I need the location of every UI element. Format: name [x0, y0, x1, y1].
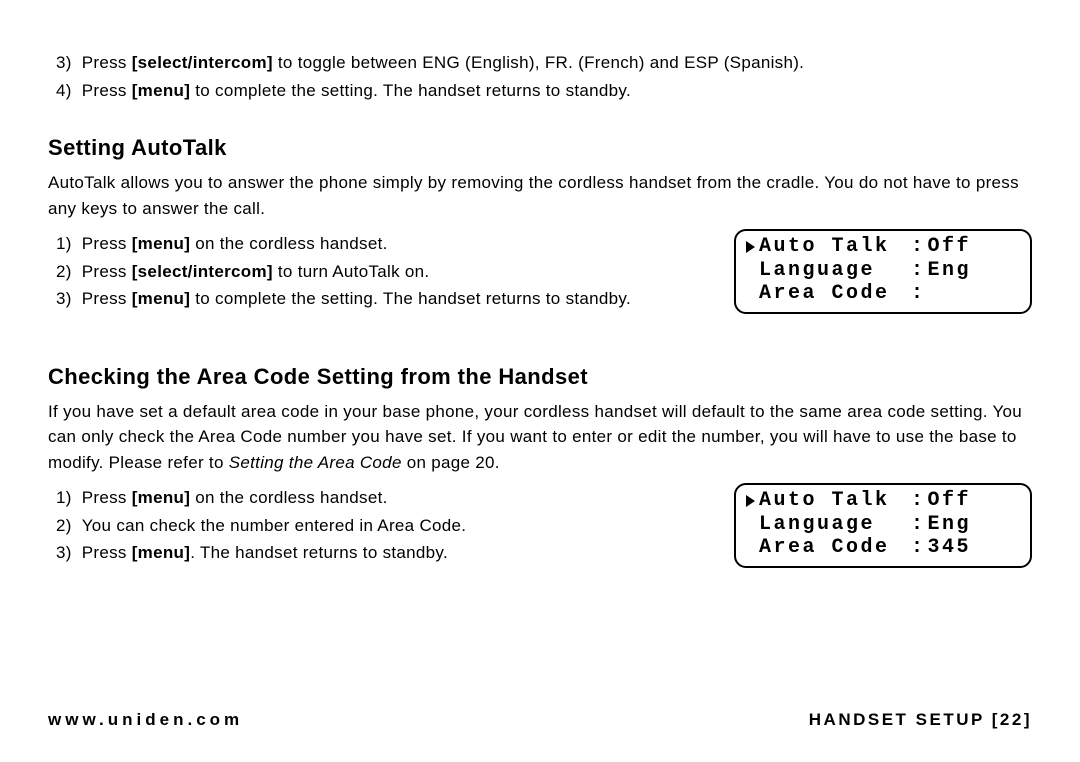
autotalk-block: 1) Press [menu] on the cordless handset.… [48, 229, 1032, 332]
autotalk-description: AutoTalk allows you to answer the phone … [48, 170, 1032, 221]
lcd-display-autotalk: Auto Talk : Off Language : Eng Area Code… [734, 229, 1032, 314]
lcd-label: Language [759, 259, 909, 283]
lcd-row-language: Language : Eng [746, 259, 1020, 283]
step-text: You can check the number entered in Area… [82, 513, 716, 539]
page-number: [22] [992, 710, 1032, 729]
lcd-separator: : [911, 235, 926, 259]
lcd-row-language: Language : Eng [746, 513, 1020, 537]
autotalk-step-2: 2) Press [select/intercom] to turn AutoT… [48, 259, 716, 285]
lcd-value: Eng [928, 513, 972, 537]
step-number: 1) [48, 231, 82, 257]
lcd-display-area-code: Auto Talk : Off Language : Eng Area Code… [734, 483, 1032, 568]
lcd-label: Auto Talk [759, 235, 909, 259]
step-number: 1) [48, 485, 82, 511]
area-code-description: If you have set a default area code in y… [48, 399, 1032, 476]
key-menu: [menu] [132, 488, 190, 507]
cross-reference: Setting the Area Code [229, 453, 402, 472]
key-menu: [menu] [132, 543, 190, 562]
manual-page: 3) Press [select/intercom] to toggle bet… [0, 0, 1080, 762]
lcd-label: Auto Talk [759, 489, 909, 513]
key-menu: [menu] [132, 289, 190, 308]
step-number: 3) [48, 50, 82, 76]
step-number: 2) [48, 259, 82, 285]
area-code-step-1: 1) Press [menu] on the cordless handset. [48, 485, 716, 511]
lcd-row-area-code: Area Code : [746, 282, 1020, 306]
key-menu: [menu] [132, 234, 190, 253]
area-code-step-list: 1) Press [menu] on the cordless handset.… [48, 483, 716, 568]
footer-url: www.uniden.com [48, 710, 243, 730]
lcd-label: Language [759, 513, 909, 537]
autotalk-step-1: 1) Press [menu] on the cordless handset. [48, 231, 716, 257]
area-code-step-2: 2) You can check the number entered in A… [48, 513, 716, 539]
step-text: Press [menu] on the cordless handset. [82, 485, 716, 511]
lcd-value: Eng [928, 259, 972, 283]
step-text: Press [menu] on the cordless handset. [82, 231, 716, 257]
key-select-intercom: [select/intercom] [132, 53, 273, 72]
lcd-value: 345 [928, 536, 972, 560]
autotalk-step-3: 3) Press [menu] to complete the setting.… [48, 286, 716, 312]
lcd-label: Area Code [759, 282, 909, 306]
page-footer: www.uniden.com HANDSET SETUP [22] [48, 710, 1032, 730]
cursor-icon [746, 495, 755, 507]
step-text: Press [select/intercom] to toggle betwee… [82, 50, 1032, 76]
step-number: 2) [48, 513, 82, 539]
step-number: 4) [48, 78, 82, 104]
lcd-separator: : [911, 259, 926, 283]
area-code-step-3: 3) Press [menu]. The handset returns to … [48, 540, 716, 566]
lcd-label: Area Code [759, 536, 909, 560]
lcd-row-area-code: Area Code : 345 [746, 536, 1020, 560]
step-text: Press [menu] to complete the setting. Th… [82, 286, 716, 312]
autotalk-step-list: 1) Press [menu] on the cordless handset.… [48, 229, 716, 314]
step-number: 3) [48, 540, 82, 566]
lcd-separator: : [911, 282, 926, 306]
step-number: 3) [48, 286, 82, 312]
footer-section: HANDSET SETUP [22] [809, 710, 1032, 730]
page-content: 3) Press [select/intercom] to toggle bet… [48, 50, 1032, 586]
intro-step-3: 3) Press [select/intercom] to toggle bet… [48, 50, 1032, 76]
step-text: Press [menu]. The handset returns to sta… [82, 540, 716, 566]
cursor-icon [746, 241, 755, 253]
intro-step-list: 3) Press [select/intercom] to toggle bet… [48, 50, 1032, 103]
key-menu: [menu] [132, 81, 190, 100]
key-select-intercom: [select/intercom] [132, 262, 273, 281]
lcd-separator: : [911, 536, 926, 560]
step-text: Press [select/intercom] to turn AutoTalk… [82, 259, 716, 285]
heading-autotalk: Setting AutoTalk [48, 131, 1032, 164]
heading-area-code: Checking the Area Code Setting from the … [48, 360, 1032, 393]
lcd-row-auto-talk: Auto Talk : Off [746, 489, 1020, 513]
lcd-value: Off [928, 235, 972, 259]
lcd-separator: : [911, 513, 926, 537]
lcd-separator: : [911, 489, 926, 513]
lcd-row-auto-talk: Auto Talk : Off [746, 235, 1020, 259]
step-text: Press [menu] to complete the setting. Th… [82, 78, 1032, 104]
intro-step-4: 4) Press [menu] to complete the setting.… [48, 78, 1032, 104]
lcd-value: Off [928, 489, 972, 513]
area-code-block: 1) Press [menu] on the cordless handset.… [48, 483, 1032, 586]
